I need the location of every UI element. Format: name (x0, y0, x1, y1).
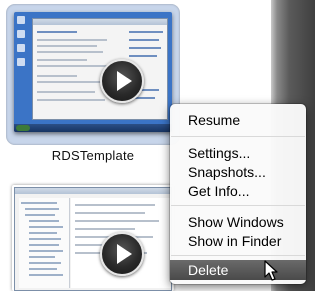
menu-item-snapshots[interactable]: Snapshots... (170, 162, 306, 182)
desktop-icons (17, 16, 27, 72)
menu-item-resume[interactable]: Resume (170, 110, 306, 130)
taskbar (14, 124, 172, 132)
menu-item-show-in-finder[interactable]: Show in Finder (170, 231, 306, 251)
mmc-window (14, 187, 172, 291)
server-manager-window (32, 18, 168, 120)
menu-separator (171, 205, 305, 206)
mouse-pointer-icon (264, 260, 278, 281)
vm-name-label: RDSTemplate (51, 148, 135, 163)
play-icon[interactable] (100, 232, 144, 276)
menu-item-get-info[interactable]: Get Info... (170, 181, 306, 201)
menu-item-show-windows[interactable]: Show Windows (170, 212, 306, 232)
vm-thumbnail-second[interactable] (12, 185, 174, 291)
menu-item-delete[interactable]: Delete (170, 260, 306, 280)
tree-pane (19, 198, 70, 288)
menu-separator (171, 136, 305, 137)
vm-thumbnail-rdstemplate[interactable] (14, 12, 172, 132)
menu-separator (171, 255, 305, 256)
context-menu: Resume Settings... Snapshots... Get Info… (170, 104, 306, 284)
vm-library-view: RDSTemplate Resume Settings... Snapshots… (0, 0, 315, 291)
menu-item-settings[interactable]: Settings... (170, 143, 306, 163)
play-icon[interactable] (100, 59, 144, 103)
start-button (16, 125, 30, 131)
